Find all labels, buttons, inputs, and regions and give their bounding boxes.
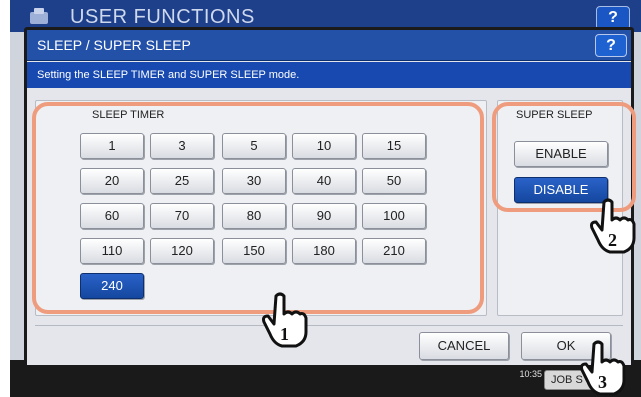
sleep-timer-option-110[interactable]: 110 xyxy=(80,238,144,264)
hand-pointer-icon-step3: 3 xyxy=(580,340,626,396)
toshiba-logo-icon xyxy=(30,8,48,24)
sleep-timer-option-90[interactable]: 90 xyxy=(292,203,356,229)
step3-number: 3 xyxy=(598,372,607,392)
sleep-timer-option-150[interactable]: 150 xyxy=(222,238,286,264)
background-title: USER FUNCTIONS xyxy=(70,6,255,28)
sleep-timer-option-80[interactable]: 80 xyxy=(222,203,286,229)
sleep-dialog: SLEEP / SUPER SLEEP ? Setting the SLEEP … xyxy=(24,27,634,368)
cancel-button[interactable]: CANCEL xyxy=(419,332,509,360)
enable-button[interactable]: ENABLE xyxy=(514,141,608,167)
sleep-timer-option-100[interactable]: 100 xyxy=(362,203,426,229)
message-text: Setting the SLEEP TIMER and SUPER SLEEP … xyxy=(37,69,300,81)
sleep-timer-option-210[interactable]: 210 xyxy=(362,238,426,264)
step1-number: 1 xyxy=(280,324,289,344)
sleep-timer-option-180[interactable]: 180 xyxy=(292,238,356,264)
sleep-timer-panel: SLEEP TIMER 1 3 5 10 15 20 25 30 40 50 60 70 80 90 100… xyxy=(35,100,487,316)
sleep-timer-option-30[interactable]: 30 xyxy=(222,168,286,194)
message-bar: Setting the SLEEP TIMER and SUPER SLEEP … xyxy=(27,62,631,88)
sleep-timer-option-10[interactable]: 10 xyxy=(292,133,356,159)
step2-number: 2 xyxy=(608,230,617,250)
sleep-timer-option-3[interactable]: 3 xyxy=(150,133,214,159)
sleep-timer-option-1[interactable]: 1 xyxy=(80,133,144,159)
sleep-timer-option-70[interactable]: 70 xyxy=(150,203,214,229)
dialog-help-button[interactable]: ? xyxy=(595,34,627,57)
clock-time: 10:35 xyxy=(519,369,542,379)
sleep-timer-label: SLEEP TIMER xyxy=(92,109,165,121)
dialog-title-bar: SLEEP / SUPER SLEEP ? xyxy=(27,30,631,61)
dialog-title: SLEEP / SUPER SLEEP xyxy=(37,37,191,53)
divider xyxy=(35,325,623,326)
sleep-timer-option-120[interactable]: 120 xyxy=(150,238,214,264)
sleep-timer-option-50[interactable]: 50 xyxy=(362,168,426,194)
sleep-timer-option-40[interactable]: 40 xyxy=(292,168,356,194)
sleep-timer-option-15[interactable]: 15 xyxy=(362,133,426,159)
hand-pointer-icon-step1: 1 xyxy=(262,292,308,348)
sleep-timer-option-5[interactable]: 5 xyxy=(222,133,286,159)
sleep-timer-option-25[interactable]: 25 xyxy=(150,168,214,194)
hand-pointer-icon-step2: 2 xyxy=(590,198,636,254)
super-sleep-label: SUPER SLEEP xyxy=(516,109,593,121)
sleep-timer-option-20[interactable]: 20 xyxy=(80,168,144,194)
sleep-timer-option-240[interactable]: 240 xyxy=(80,273,144,299)
sleep-timer-option-60[interactable]: 60 xyxy=(80,203,144,229)
